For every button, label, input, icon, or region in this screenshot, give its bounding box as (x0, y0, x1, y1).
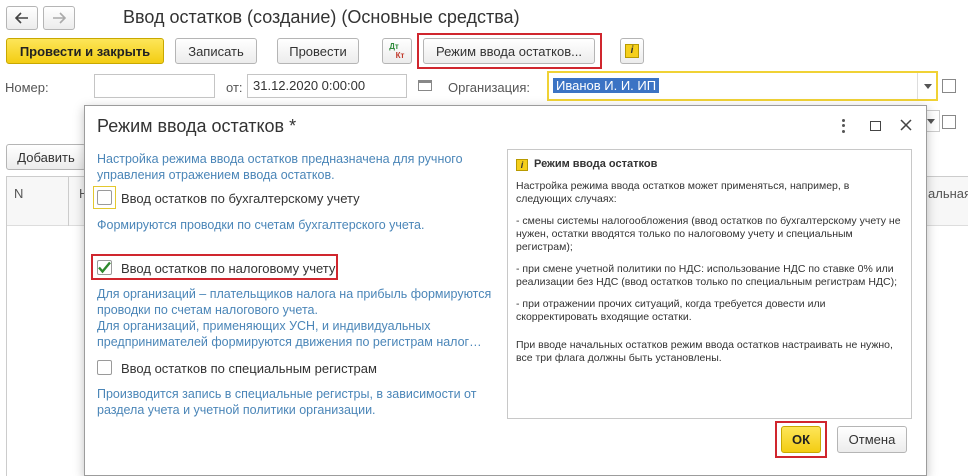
info-paragraph: - при смене учетной политики по НДС: исп… (516, 263, 898, 288)
chevron-down-icon[interactable] (917, 73, 937, 99)
column-divider (68, 176, 69, 226)
ok-button[interactable]: ОК (781, 426, 821, 453)
accounting-label[interactable]: Ввод остатков по бухгалтерскому учету (121, 191, 360, 206)
info-icon: i (625, 44, 639, 58)
save-button[interactable]: Записать (175, 38, 257, 64)
dtkt-button[interactable]: Дт Кт (382, 38, 412, 64)
arrow-right-icon (53, 12, 66, 24)
back-button[interactable] (6, 6, 38, 30)
date-field[interactable]: 31.12.2020 0:00:00 (247, 74, 407, 98)
add-button[interactable]: Добавить (6, 144, 86, 170)
accounting-checkbox[interactable] (97, 190, 112, 205)
maximize-icon[interactable] (870, 121, 881, 131)
checkmark-icon (98, 261, 111, 274)
special-registers-hint: Производится запись в специальные регист… (97, 387, 477, 417)
close-icon[interactable] (900, 119, 912, 131)
info-icon: i (516, 158, 528, 171)
open-org-icon[interactable] (942, 79, 956, 93)
info-paragraph: Настройка режима ввода остатков может пр… (516, 180, 850, 205)
date-label: от: (226, 80, 243, 95)
tax-checkbox[interactable] (97, 260, 112, 275)
info-panel: i Режим ввода остатков Настройка режима … (507, 149, 912, 419)
post-and-close-button[interactable]: Провести и закрыть (6, 38, 164, 64)
dialog-intro: Настройка режима ввода остатков предназн… (97, 152, 463, 182)
number-label: Номер: (5, 80, 49, 95)
window-title: Ввод остатков (создание) (Основные средс… (123, 7, 520, 27)
calendar-icon[interactable] (418, 80, 432, 91)
organization-field[interactable]: Иванов И. И. ИП (547, 71, 938, 101)
accounting-hint: Формируются проводки по счетам бухгалтер… (97, 218, 425, 232)
post-button[interactable]: Провести (277, 38, 359, 64)
balance-mode-button[interactable]: Режим ввода остатков... (423, 38, 595, 64)
dtkt-icon-bottom: Кт (395, 51, 405, 60)
organization-value: Иванов И. И. ИП (553, 78, 660, 93)
balance-mode-dialog: Режим ввода остатков * Настройка режима … (84, 105, 927, 476)
info-paragraph: При вводе начальных остатков режим ввода… (516, 339, 893, 364)
special-registers-label[interactable]: Ввод остатков по специальным регистрам (121, 361, 377, 376)
tax-label[interactable]: Ввод остатков по налоговому учету (121, 261, 335, 276)
info-title: Режим ввода остатков (534, 158, 658, 170)
cancel-button[interactable]: Отмена (837, 426, 907, 453)
organization-label: Организация: (448, 80, 531, 95)
arrow-left-icon (15, 12, 28, 24)
column-n: N (14, 186, 24, 201)
list-open-icon[interactable] (942, 115, 956, 129)
number-field[interactable] (94, 74, 215, 98)
info-paragraph: - смены системы налогообложения (ввод ос… (516, 215, 901, 253)
info-button[interactable]: i (620, 38, 644, 64)
info-paragraph: - при отражении прочих ситуаций, когда т… (516, 298, 826, 323)
dtkt-icon-top: Дт (389, 42, 399, 51)
dialog-title: Режим ввода остатков * (97, 116, 297, 136)
column-right: альная с (928, 186, 968, 201)
chevron-down-icon (927, 118, 935, 124)
forward-button[interactable] (43, 6, 75, 30)
tax-hint: Для организаций – плательщиков налога на… (97, 287, 492, 349)
more-icon[interactable] (838, 118, 848, 134)
special-registers-checkbox[interactable] (97, 360, 112, 375)
list-border-left (6, 176, 7, 476)
